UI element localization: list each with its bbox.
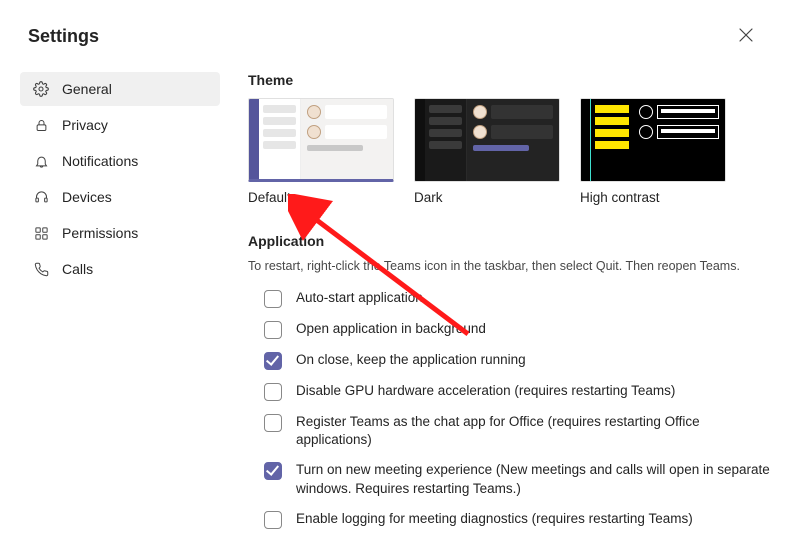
option-enable-logging[interactable]: Enable logging for meeting diagnostics (…	[248, 510, 770, 529]
gear-icon	[32, 80, 50, 98]
option-label: Turn on new meeting experience (New meet…	[296, 461, 770, 497]
theme-label: Dark	[414, 190, 560, 205]
option-label: Disable GPU hardware acceleration (requi…	[296, 382, 675, 400]
option-auto-start[interactable]: Auto-start application	[248, 289, 770, 308]
bell-icon	[32, 152, 50, 170]
checkbox-icon	[264, 352, 282, 370]
sidebar-item-label: Privacy	[62, 117, 108, 133]
application-subtitle: To restart, right-click the Teams icon i…	[248, 259, 770, 273]
option-label: On close, keep the application running	[296, 351, 526, 369]
checkbox-icon	[264, 321, 282, 339]
sidebar-item-general[interactable]: General	[20, 72, 220, 106]
checkbox-icon	[264, 383, 282, 401]
theme-option-high-contrast[interactable]: High contrast	[580, 98, 726, 205]
sidebar-item-calls[interactable]: Calls	[20, 252, 220, 286]
sidebar-item-devices[interactable]: Devices	[20, 180, 220, 214]
theme-option-default[interactable]: Default	[248, 98, 394, 205]
settings-sidebar: General Privacy Notifications Devices Pe	[20, 72, 220, 529]
checkbox-icon	[264, 511, 282, 529]
sidebar-item-notifications[interactable]: Notifications	[20, 144, 220, 178]
lock-icon	[32, 116, 50, 134]
sidebar-item-permissions[interactable]: Permissions	[20, 216, 220, 250]
checkbox-icon	[264, 462, 282, 480]
sidebar-item-label: General	[62, 81, 112, 97]
option-on-close-keep-running[interactable]: On close, keep the application running	[248, 351, 770, 370]
option-label: Auto-start application	[296, 289, 423, 307]
phone-icon	[32, 260, 50, 278]
close-button[interactable]	[730, 20, 762, 52]
headset-icon	[32, 188, 50, 206]
option-new-meeting-experience[interactable]: Turn on new meeting experience (New meet…	[248, 461, 770, 497]
theme-preview-dark	[414, 98, 560, 182]
app-icon	[32, 224, 50, 242]
theme-label: High contrast	[580, 190, 726, 205]
theme-label: Default	[248, 190, 394, 205]
theme-option-dark[interactable]: Dark	[414, 98, 560, 205]
application-options: Auto-start application Open application …	[248, 289, 770, 529]
option-label: Enable logging for meeting diagnostics (…	[296, 510, 693, 528]
theme-preview-default	[248, 98, 394, 182]
checkbox-icon	[264, 414, 282, 432]
theme-preview-high-contrast	[580, 98, 726, 182]
sidebar-item-label: Devices	[62, 189, 112, 205]
option-open-background[interactable]: Open application in background	[248, 320, 770, 339]
checkbox-icon	[264, 290, 282, 308]
theme-section-title: Theme	[248, 72, 770, 88]
option-register-chat-app[interactable]: Register Teams as the chat app for Offic…	[248, 413, 770, 449]
sidebar-item-privacy[interactable]: Privacy	[20, 108, 220, 142]
option-label: Register Teams as the chat app for Offic…	[296, 413, 770, 449]
sidebar-item-label: Permissions	[62, 225, 138, 241]
theme-options: Default Dark	[248, 98, 770, 205]
close-icon	[739, 28, 753, 45]
sidebar-item-label: Notifications	[62, 153, 138, 169]
option-disable-gpu[interactable]: Disable GPU hardware acceleration (requi…	[248, 382, 770, 401]
sidebar-item-label: Calls	[62, 261, 93, 277]
page-title: Settings	[28, 26, 99, 47]
option-label: Open application in background	[296, 320, 486, 338]
application-section-title: Application	[248, 233, 770, 249]
